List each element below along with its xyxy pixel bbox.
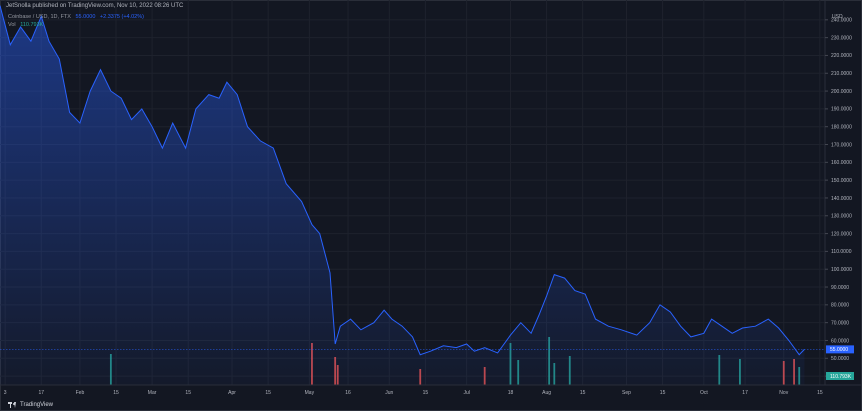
x-tick-label: Aug — [542, 390, 551, 396]
y-tick-label: 140.0000 — [831, 196, 852, 202]
x-tick-label: Apr — [228, 390, 236, 396]
x-tick-label: 15 — [817, 390, 823, 396]
last-price-label: 55.0000 — [830, 347, 848, 353]
brand-label: TradingView — [20, 402, 54, 408]
y-tick-label: 170.0000 — [831, 142, 852, 148]
x-tick-label: 17 — [38, 390, 44, 396]
y-tick-label: 160.0000 — [831, 160, 852, 166]
symbol-name: Coinbase / USD, 1D, FTX — [8, 14, 71, 20]
price-chart[interactable]: USD40.000050.000060.000070.000080.000090… — [0, 0, 862, 411]
x-tick-label: 15 — [580, 390, 586, 396]
x-tick-label: 15 — [660, 390, 666, 396]
tradingview-icon — [8, 402, 17, 408]
x-tick-label: Jun — [385, 390, 393, 396]
volume-legend[interactable]: Vol 110.793K — [8, 22, 46, 28]
y-tick-label: 100.0000 — [831, 267, 852, 273]
x-tick-label: 15 — [185, 390, 191, 396]
y-tick-label: 210.0000 — [831, 71, 852, 77]
y-tick-label: 230.0000 — [831, 35, 852, 41]
x-tick-label: Sep — [622, 390, 631, 396]
last-volume-label: 110.793K — [830, 374, 852, 380]
volume-label: Vol — [8, 22, 16, 28]
y-tick-label: 60.0000 — [831, 338, 849, 344]
time-axis: 3 17 Feb 15 Mar 15 Apr 15 May 16 Jun 15 Jul 18 Aug 15 Se… — [0, 384, 862, 396]
y-tick-label: 90.0000 — [831, 285, 849, 291]
y-tick-label: 50.0000 — [831, 356, 849, 362]
y-tick-label: 80.0000 — [831, 303, 849, 309]
price-area — [0, 5, 805, 385]
x-tick-label: 17 — [742, 390, 748, 396]
x-tick-label: 15 — [113, 390, 119, 396]
y-tick-label: 180.0000 — [831, 124, 852, 130]
x-tick-label: 15 — [265, 390, 271, 396]
x-tick-label: May — [305, 390, 315, 396]
x-tick-label: 3 — [4, 390, 7, 396]
tradingview-logo[interactable]: TradingView — [8, 401, 53, 409]
y-tick-label: 130.0000 — [831, 214, 852, 220]
x-tick-label: Jul — [463, 390, 469, 396]
y-tick-label: 150.0000 — [831, 178, 852, 184]
price-value: 55.0000 — [75, 14, 96, 20]
y-tick-label: 220.0000 — [831, 53, 852, 59]
x-tick-label: Mar — [148, 390, 157, 396]
y-tick-label: 120.0000 — [831, 231, 852, 237]
x-tick-label: 15 — [423, 390, 429, 396]
x-tick-label: Feb — [76, 390, 85, 396]
y-tick-label: 110.0000 — [831, 249, 852, 255]
y-tick-label: 200.0000 — [831, 89, 852, 95]
x-tick-label: 18 — [508, 390, 514, 396]
x-tick-label: Nov — [779, 390, 788, 396]
y-tick-label: 190.0000 — [831, 107, 852, 113]
published-info: JetSnolla published on TradingView.com, … — [6, 3, 184, 9]
volume-value: 110.793K — [20, 22, 44, 28]
symbol-legend[interactable]: Coinbase / USD, 1D, FTX 55.0000 +2.3375 … — [8, 14, 147, 20]
x-tick-label: 16 — [345, 390, 351, 396]
y-tick-label: 240.0000 — [831, 18, 852, 24]
price-axis: USD40.000050.000060.000070.000080.000090… — [824, 0, 852, 385]
price-change: +2.3375 (+4.02%) — [99, 14, 144, 20]
y-tick-label: 70.0000 — [831, 320, 849, 326]
x-tick-label: Oct — [700, 390, 708, 396]
